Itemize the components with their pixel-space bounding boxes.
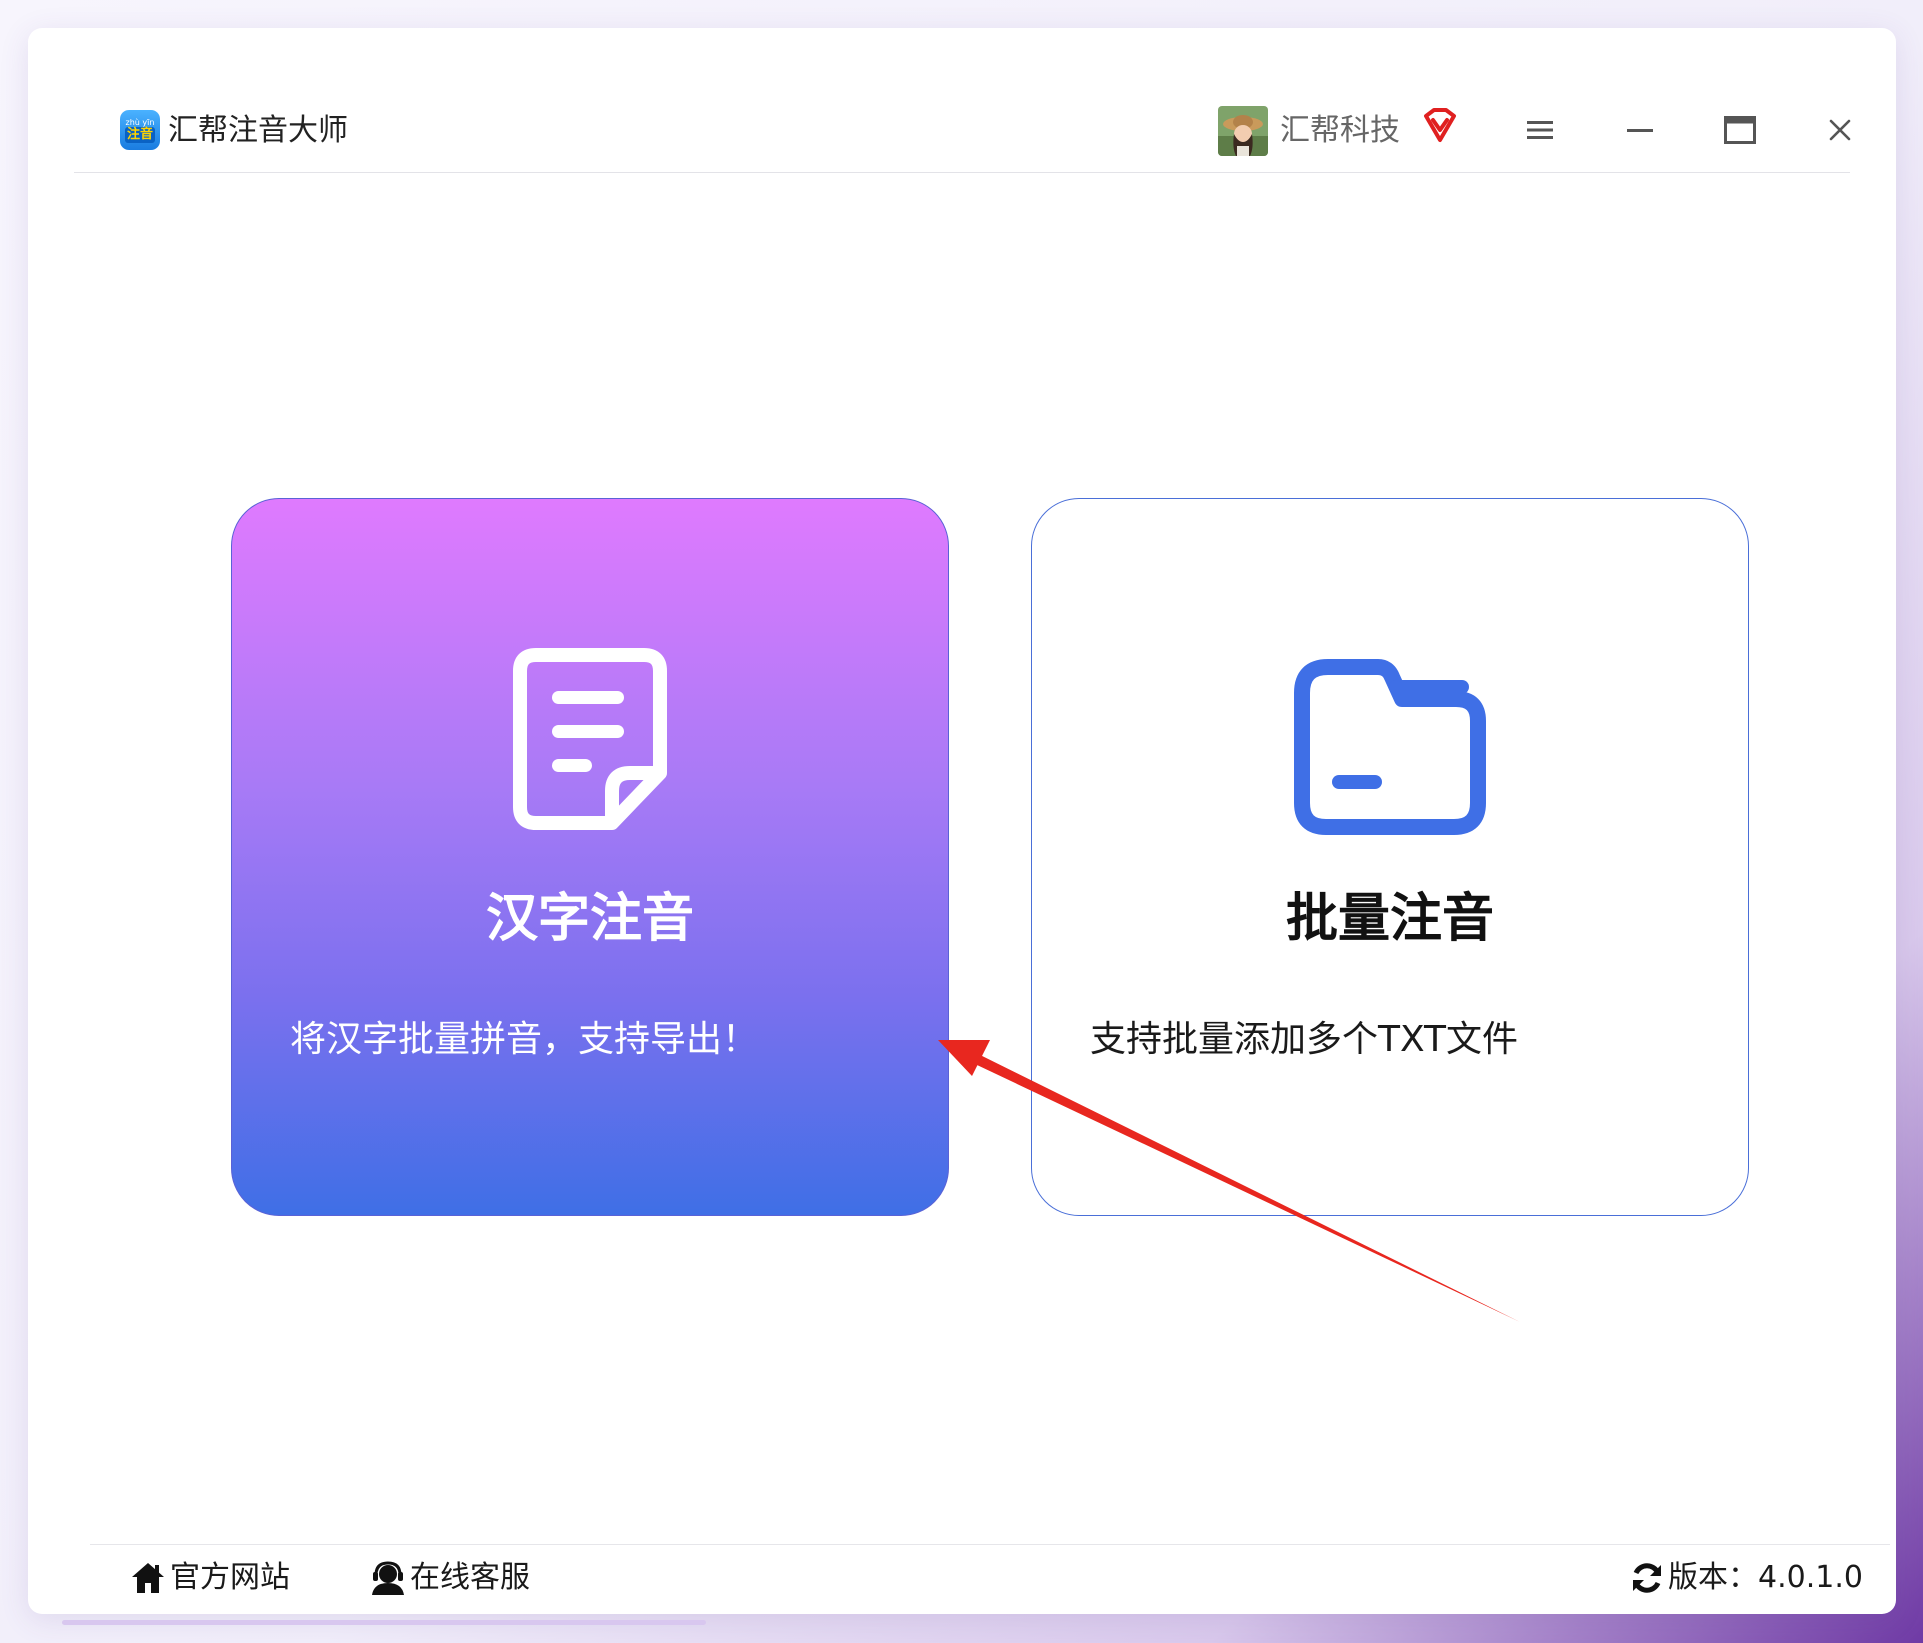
app-title: 汇帮注音大师	[168, 113, 348, 148]
document-icon	[512, 647, 668, 835]
close-icon[interactable]	[1818, 108, 1862, 152]
horizontal-scrollbar[interactable]	[62, 1620, 706, 1625]
footer-bar: 官方网站 在线客服 版本：4.0.1.0	[90, 1544, 1890, 1613]
card-description: 支持批量添加多个TXT文件	[1090, 1019, 1519, 1060]
menu-icon[interactable]	[1518, 108, 1562, 152]
maximize-icon[interactable]	[1718, 108, 1762, 152]
batch-zhuyin-card[interactable]: 批量注音 支持批量添加多个TXT文件	[1031, 498, 1749, 1216]
home-icon	[132, 1563, 164, 1593]
app-logo-pinyin: zhù yīn	[125, 117, 155, 127]
user-avatar[interactable]	[1218, 106, 1268, 156]
official-website-label: 官方网站	[170, 1560, 290, 1595]
customer-service-icon	[372, 1561, 404, 1595]
app-logo-text: 注音	[124, 126, 155, 143]
vip-diamond-icon[interactable]	[1420, 106, 1460, 146]
minimize-icon[interactable]	[1618, 108, 1662, 152]
app-window: zhù yīn 注音 汇帮注音大师 汇帮科技 汉字注音 将汉字批量拼音，支持导出…	[28, 28, 1896, 1614]
online-support-label: 在线客服	[410, 1560, 530, 1595]
card-description: 将汉字批量拼音，支持导出！	[290, 1019, 759, 1060]
app-logo: zhù yīn 注音	[120, 110, 160, 150]
user-name[interactable]: 汇帮科技	[1280, 112, 1400, 150]
online-support-link[interactable]: 在线客服	[370, 1559, 530, 1597]
version-check[interactable]: 版本：4.0.1.0	[1630, 1559, 1863, 1597]
folder-icon	[1292, 657, 1488, 841]
card-title: 汉字注音	[485, 889, 694, 949]
version-label: 版本：4.0.1.0	[1668, 1560, 1863, 1595]
official-website-link[interactable]: 官方网站	[130, 1559, 290, 1597]
refresh-icon	[1633, 1563, 1661, 1593]
card-title: 批量注音	[1285, 889, 1494, 949]
hanzi-zhuyin-card[interactable]: 汉字注音 将汉字批量拼音，支持导出！	[231, 498, 949, 1216]
title-bar: zhù yīn 注音 汇帮注音大师 汇帮科技	[74, 80, 1851, 173]
